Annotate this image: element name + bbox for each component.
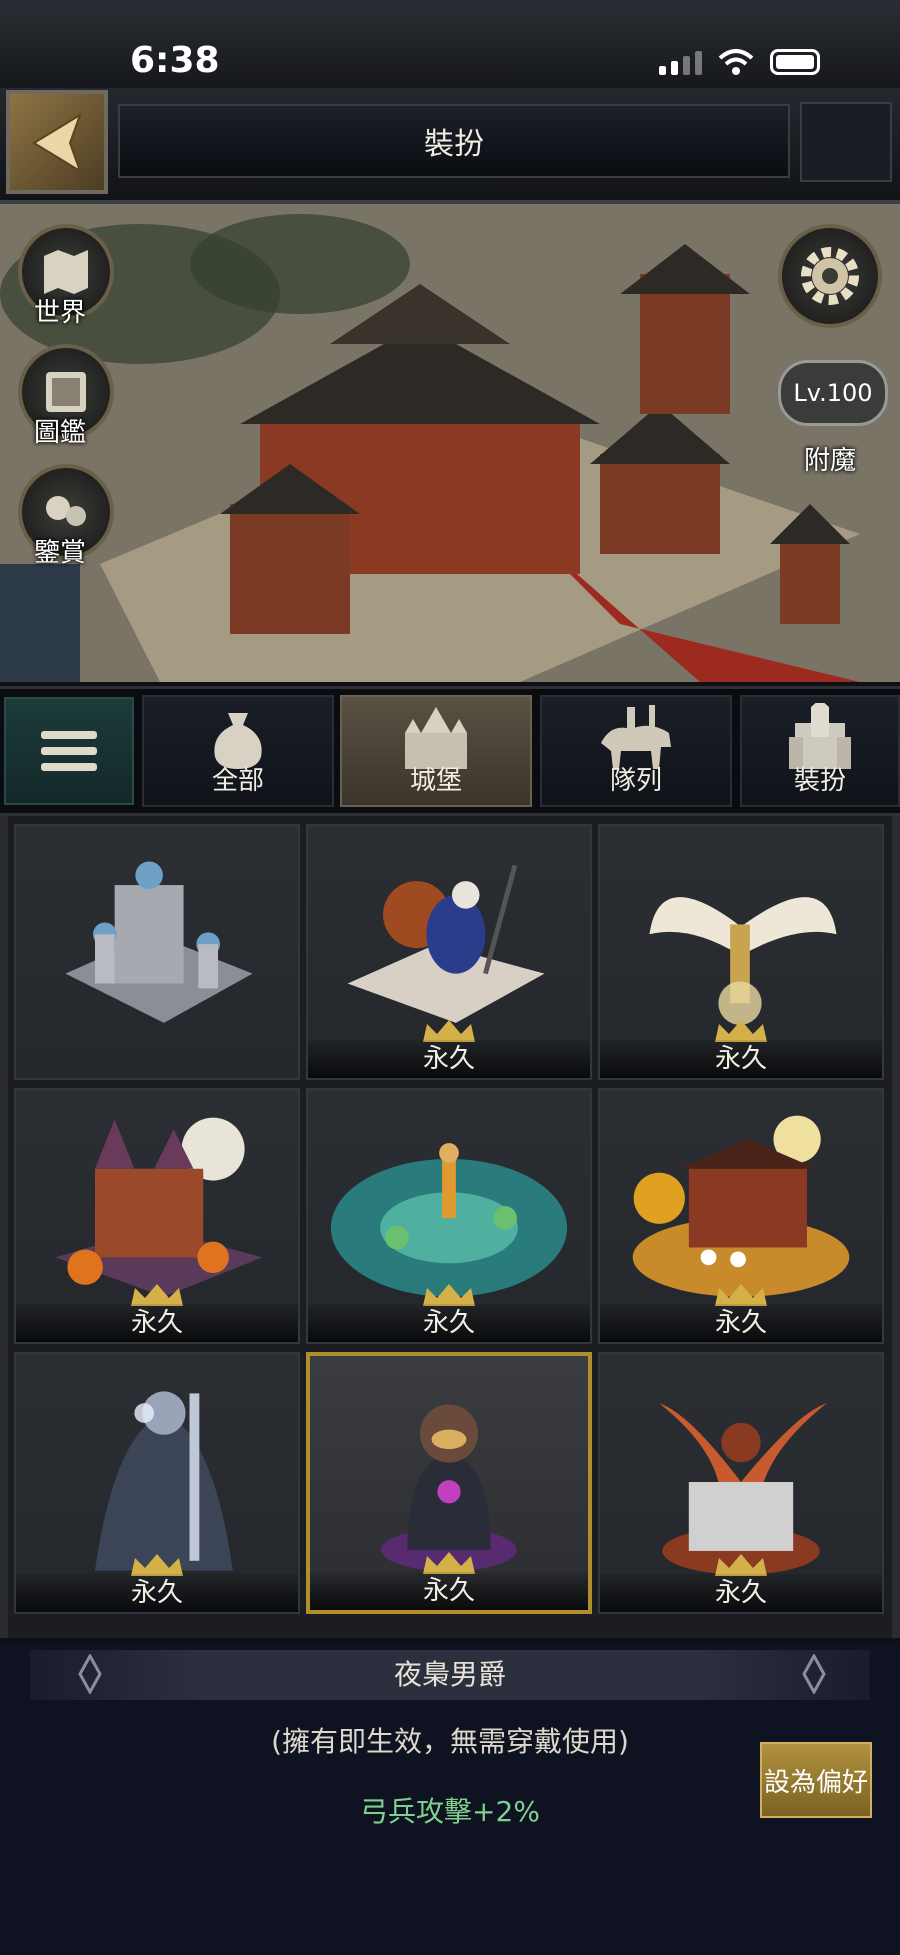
signal-icon: [659, 49, 702, 75]
set-preference-button[interactable]: 設為偏好: [760, 1742, 872, 1818]
item-duration: 永久: [600, 1304, 882, 1342]
menu-icon: [41, 731, 97, 771]
battery-icon: [770, 49, 820, 75]
ornament-right-icon: [802, 1654, 826, 1694]
city-scene: 世界 圖鑑 鑒賞 Lv.100 附魔: [0, 204, 900, 682]
item-duration: 永久: [16, 1574, 298, 1612]
item-turkey-fortress[interactable]: 永久: [306, 824, 592, 1080]
item-night-owl-baron[interactable]: 永久: [306, 1352, 592, 1614]
appreciate-label: 鑒賞: [34, 538, 87, 568]
back-button[interactable]: [6, 90, 108, 194]
item-duration: 永久: [308, 1040, 590, 1078]
item-name: 夜梟男爵: [30, 1650, 870, 1700]
tab-all[interactable]: 全部: [142, 695, 334, 807]
ice-castle-icon: [65, 861, 253, 1023]
status-time: 6:38: [130, 40, 220, 81]
tab-castle-label: 城堡: [409, 766, 462, 796]
item-duration: 永久: [16, 1304, 298, 1342]
item-angel-wings[interactable]: 永久: [598, 824, 884, 1080]
level-badge: Lv.100: [793, 379, 873, 407]
item-night-knight[interactable]: 永久: [14, 1352, 300, 1614]
page-title: 裝扮: [118, 104, 790, 178]
status-icons: [659, 48, 820, 76]
gear-icon: [801, 247, 859, 305]
header-ornament: [800, 102, 892, 182]
tab-march[interactable]: 隊列: [540, 695, 732, 807]
item-duration: 永久: [310, 1572, 588, 1610]
palace-illustration: [0, 204, 900, 682]
enchant-label: 附魔: [804, 446, 857, 476]
tab-march-label: 隊列: [609, 766, 662, 796]
item-grid: 永久 永久 永久 永久 永久 永久 永久 永久: [0, 816, 900, 1638]
item-moon-festival[interactable]: 永久: [598, 1088, 884, 1344]
item-duration: 永久: [600, 1574, 882, 1612]
level-badge-button[interactable]: Lv.100: [778, 360, 888, 426]
item-halloween-castle[interactable]: 永久: [14, 1088, 300, 1344]
tab-all-label: 全部: [211, 766, 264, 796]
menu-button[interactable]: [4, 697, 134, 805]
tab-outfit-label: 裝扮: [793, 766, 846, 796]
item-duration: 永久: [600, 1040, 882, 1078]
codex-label: 圖鑑: [34, 418, 87, 448]
ornament-left-icon: [78, 1654, 102, 1694]
category-tabs: 全部 城堡 隊列 裝扮: [0, 686, 900, 816]
detail-panel: 夜梟男爵 (擁有即生效，無需穿戴使用) 弓兵攻擊+2% 設為偏好: [0, 1642, 900, 1955]
tab-outfit[interactable]: 裝扮: [740, 695, 900, 807]
settings-button[interactable]: [778, 224, 882, 328]
world-label: 世界: [34, 298, 87, 328]
item-fire-dragon[interactable]: 永久: [598, 1352, 884, 1614]
status-bar: 6:38: [0, 0, 900, 88]
header: 裝扮: [0, 88, 900, 204]
wifi-icon: [718, 49, 754, 75]
item-ice-castle[interactable]: [14, 824, 300, 1080]
back-arrow-icon: [32, 112, 82, 174]
item-lotus-pond[interactable]: 永久: [306, 1088, 592, 1344]
item-duration: 永久: [308, 1304, 590, 1342]
tab-castle[interactable]: 城堡: [340, 695, 532, 807]
